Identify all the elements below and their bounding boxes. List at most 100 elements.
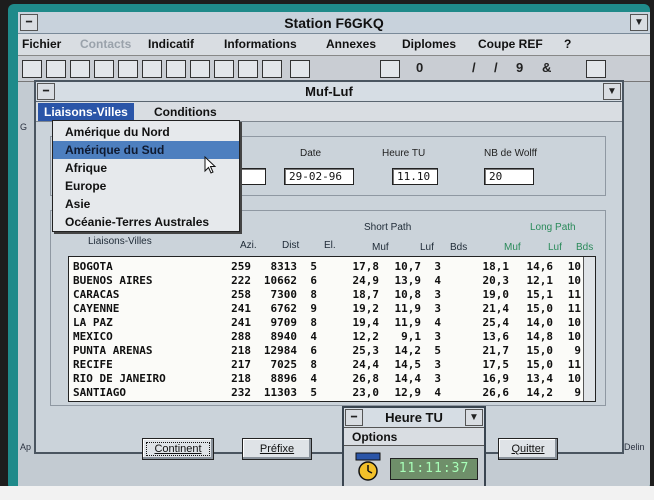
table-row[interactable]: BUENOS AIRES 222 10662 6 24,9 13,9 4 20,3 12,1 10 — [69, 274, 595, 288]
table-row[interactable]: RIO DE JANEIRO 218 8896 4 26,8 14,4 3 16,9 13,4 1… — [69, 372, 595, 386]
value-cell: 12,9 — [394, 386, 422, 399]
side-fragment: G — [20, 122, 28, 132]
menu-diplomes[interactable]: Diplomes — [402, 37, 456, 51]
menu-informations[interactable]: Informations — [224, 37, 297, 51]
value-cell: 24,9 — [352, 274, 380, 287]
quitter-button[interactable]: Quitter — [498, 438, 558, 460]
value-cell: 12,2 — [352, 330, 380, 343]
city-cell: MEXICO — [73, 330, 113, 343]
menu-item-oceanie[interactable]: Océanie-Terres Australes — [53, 213, 239, 231]
continent-button[interactable]: Continent — [142, 438, 214, 460]
value-cell: 11 — [567, 288, 581, 301]
value-cell: 24,4 — [352, 358, 380, 371]
minimize-icon[interactable]: ▼ — [630, 14, 648, 31]
menu-indicatif[interactable]: Indicatif — [148, 37, 194, 51]
value-cell: 11 — [567, 302, 581, 315]
heure-label: Heure TU — [382, 148, 426, 159]
value-cell: 19,0 — [482, 288, 510, 301]
menu-item-amerique-nord[interactable]: Amérique du Nord — [53, 123, 239, 141]
menu-contacts[interactable]: Contacts — [80, 37, 131, 51]
value-cell: 19,4 — [352, 316, 380, 329]
date-field[interactable]: 29-02-96 — [284, 168, 354, 185]
wolf-field[interactable]: 20 — [484, 168, 534, 185]
toolbar-button[interactable] — [22, 60, 42, 78]
toolbar-glyph[interactable]: & — [542, 60, 551, 75]
table-row[interactable]: BOGOTA 259 8313 5 17,8 10,7 3 18,1 14,6 10 — [69, 260, 595, 274]
value-cell: 9,1 — [401, 330, 421, 343]
value-cell: 241 — [231, 302, 251, 315]
toolbar-button[interactable] — [262, 60, 282, 78]
value-cell: 217 — [231, 358, 251, 371]
table-row[interactable]: CARACAS 258 7300 8 18,7 10,8 3 19,0 15,1 11 — [69, 288, 595, 302]
table-row[interactable]: LA PAZ 241 9709 8 19,4 11,9 4 25,4 14,0 10 — [69, 316, 595, 330]
toolbar-button[interactable] — [142, 60, 162, 78]
value-cell: 6 — [310, 274, 317, 287]
menu-annexes[interactable]: Annexes — [326, 37, 376, 51]
value-cell: 4 — [434, 274, 441, 287]
value-cell: 4 — [434, 386, 441, 399]
bottom-strip — [0, 486, 654, 500]
menu-coupe-ref[interactable]: Coupe REF — [478, 37, 543, 51]
short-path-header: Short Path — [364, 222, 412, 233]
menu-liaisons-villes[interactable]: Liaisons-Villes — [38, 103, 134, 121]
screen: ━ Station F6GKQ ▼ Fichier Contacts Indic… — [8, 4, 650, 490]
value-cell: 8896 — [270, 372, 298, 385]
toolbar-button[interactable] — [46, 60, 66, 78]
main-menubar: Fichier Contacts Indicatif Informations … — [18, 34, 650, 56]
minimize-icon[interactable]: ▼ — [603, 83, 621, 100]
table-row[interactable]: SANTIAGO 232 11303 5 23,0 12,9 4 26,6 14,2 9 — [69, 386, 595, 400]
results-table[interactable]: BOGOTA 259 8313 5 17,8 10,7 3 18,1 14,6 10 BUENOS … — [68, 256, 596, 402]
toolbar-button[interactable] — [586, 60, 606, 78]
value-cell: 14,0 — [526, 316, 554, 329]
menu-help[interactable]: ? — [564, 37, 571, 51]
minimize-icon[interactable]: ▼ — [465, 409, 483, 426]
toolbar-glyph[interactable]: / — [472, 60, 476, 75]
table-row[interactable]: PUNTA ARENAS 218 12984 6 25,3 14,2 5 21,7 15,0 9 — [69, 344, 595, 358]
col-header-muf: Muf — [372, 242, 389, 253]
table-row[interactable]: CAYENNE 241 6762 9 19,2 11,9 3 21,4 15,0 11 — [69, 302, 595, 316]
toolbar-glyph[interactable]: 0 — [416, 60, 423, 75]
heure-menubar: Options — [344, 428, 484, 446]
toolbar-button[interactable] — [214, 60, 234, 78]
wolf-label: NB de Wolff — [484, 148, 537, 159]
toolbar-button[interactable] — [190, 60, 210, 78]
value-cell: 3 — [434, 260, 441, 273]
toolbar-button[interactable] — [380, 60, 400, 78]
value-cell: 3 — [434, 372, 441, 385]
toolbar-glyph[interactable]: 9 — [516, 60, 523, 75]
toolbar-button[interactable] — [94, 60, 114, 78]
toolbar-button[interactable] — [166, 60, 186, 78]
value-cell: 241 — [231, 316, 251, 329]
heure-field[interactable]: 11.10 — [392, 168, 438, 185]
city-cell: LA PAZ — [73, 316, 113, 329]
prefixe-button[interactable]: Préfixe — [242, 438, 312, 460]
toolbar-button[interactable] — [290, 60, 310, 78]
value-cell: 5 — [310, 260, 317, 273]
system-menu-icon[interactable]: ━ — [345, 409, 363, 426]
value-cell: 14,6 — [526, 260, 554, 273]
value-cell: 9 — [310, 302, 317, 315]
value-cell: 232 — [231, 386, 251, 399]
toolbar-button[interactable] — [70, 60, 90, 78]
menu-conditions[interactable]: Conditions — [154, 105, 217, 119]
value-cell: 14,2 — [394, 344, 422, 357]
toolbar-button[interactable] — [238, 60, 258, 78]
table-row[interactable]: MEXICO 288 8940 4 12,2 9,1 3 13,6 14,8 10 — [69, 330, 595, 344]
value-cell: 26,6 — [482, 386, 510, 399]
value-cell: 3 — [434, 288, 441, 301]
menu-fichier[interactable]: Fichier — [22, 37, 61, 51]
value-cell: 10 — [567, 372, 581, 385]
menu-options[interactable]: Options — [352, 430, 397, 444]
value-cell: 10 — [567, 316, 581, 329]
value-cell: 13,4 — [526, 372, 554, 385]
table-scrollbar[interactable] — [583, 257, 595, 401]
menu-item-europe[interactable]: Europe — [53, 177, 239, 195]
city-cell: RECIFE — [73, 358, 113, 371]
value-cell: 7300 — [270, 288, 298, 301]
value-cell: 8 — [310, 288, 317, 301]
toolbar-glyph[interactable]: / — [494, 60, 498, 75]
value-cell: 6762 — [270, 302, 298, 315]
toolbar-button[interactable] — [118, 60, 138, 78]
table-row[interactable]: RECIFE 217 7025 8 24,4 14,5 3 17,5 15,0 11 — [69, 358, 595, 372]
menu-item-asie[interactable]: Asie — [53, 195, 239, 213]
